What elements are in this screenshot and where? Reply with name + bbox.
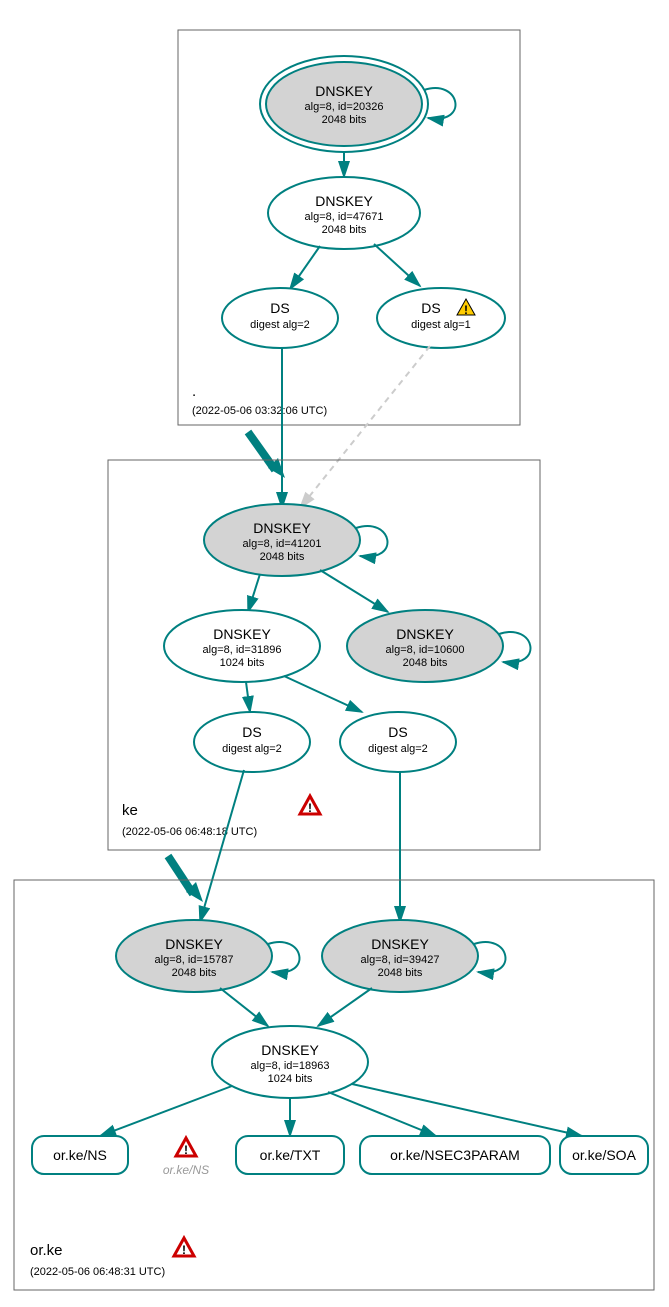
ke-ds1-sub: digest alg=2 bbox=[222, 743, 282, 755]
orke-dnskey-ksk2: DNSKEY alg=8, id=39427 2048 bits bbox=[322, 920, 505, 992]
zone-root-name: . bbox=[192, 383, 196, 400]
orke-dnskey-ksk2-title: DNSKEY bbox=[371, 936, 429, 952]
orke-rr-nsec3-label: or.ke/NSEC3PARAM bbox=[390, 1147, 520, 1163]
zone-ke: ke (2022-05-06 06:48:18 UTC) DNSKEY alg=… bbox=[108, 460, 540, 850]
zone-orke: or.ke (2022-05-06 06:48:31 UTC) DNSKEY a… bbox=[14, 880, 654, 1290]
zone-root: . (2022-05-06 03:32:06 UTC) DNSKEY alg=8… bbox=[178, 30, 520, 425]
orke-rr-soa: or.ke/SOA bbox=[560, 1136, 648, 1174]
orke-rr-txt: or.ke/TXT bbox=[236, 1136, 344, 1174]
root-dnskey-ksk-sub1: alg=8, id=20326 bbox=[305, 101, 384, 113]
orke-rr-txt-label: or.ke/TXT bbox=[260, 1147, 321, 1163]
orke-rr-ns: or.ke/NS bbox=[32, 1136, 128, 1174]
warn-red-icon bbox=[174, 1238, 194, 1257]
orke-dnskey-zsk: DNSKEY alg=8, id=18963 1024 bits bbox=[212, 1026, 368, 1098]
ke-dnskey-zsk-title: DNSKEY bbox=[213, 626, 271, 642]
warn-red-icon bbox=[176, 1138, 196, 1157]
ke-ds1-title: DS bbox=[242, 724, 261, 740]
orke-rr-ns-ghost: or.ke/NS bbox=[163, 1138, 209, 1177]
ke-dnskey-extra-sub2: 2048 bits bbox=[403, 657, 448, 669]
orke-dnskey-zsk-title: DNSKEY bbox=[261, 1042, 319, 1058]
ke-dnskey-extra-title: DNSKEY bbox=[396, 626, 454, 642]
delegation-arrow-ke-orke bbox=[168, 856, 193, 894]
ke-dnskey-ksk-sub2: 2048 bits bbox=[260, 551, 305, 563]
orke-rr-ns-label: or.ke/NS bbox=[53, 1147, 107, 1163]
ke-ds2: DS digest alg=2 bbox=[340, 712, 456, 772]
orke-dnskey-ksk2-sub1: alg=8, id=39427 bbox=[361, 954, 440, 966]
root-ds1-sub: digest alg=2 bbox=[250, 319, 310, 331]
zone-ke-ts: (2022-05-06 06:48:18 UTC) bbox=[122, 826, 257, 838]
edge-root-ds2-to-ke-ksk-dashed bbox=[300, 346, 430, 508]
zone-root-ts: (2022-05-06 03:32:06 UTC) bbox=[192, 405, 327, 417]
edge-ke-ds1-to-orke-ksk1 bbox=[200, 770, 244, 922]
root-ds2-sub: digest alg=1 bbox=[411, 319, 471, 331]
orke-rr-soa-label: or.ke/SOA bbox=[572, 1147, 636, 1163]
ke-dnskey-extra-sub1: alg=8, id=10600 bbox=[386, 644, 465, 656]
ke-ds1: DS digest alg=2 bbox=[194, 712, 310, 772]
root-dnskey-ksk-sub2: 2048 bits bbox=[322, 114, 367, 126]
ke-dnskey-zsk-sub2: 1024 bits bbox=[220, 657, 265, 669]
root-ds1: DS digest alg=2 bbox=[222, 288, 338, 348]
ke-dnskey-ksk-title: DNSKEY bbox=[253, 520, 311, 536]
delegation-arrow-root-ke bbox=[248, 432, 275, 470]
ke-dnskey-ksk: DNSKEY alg=8, id=41201 2048 bits bbox=[204, 504, 387, 576]
orke-dnskey-ksk1-sub2: 2048 bits bbox=[172, 967, 217, 979]
ke-ds2-title: DS bbox=[388, 724, 407, 740]
orke-dnskey-ksk1: DNSKEY alg=8, id=15787 2048 bits bbox=[116, 920, 299, 992]
root-ds2-title: DS bbox=[421, 300, 440, 316]
warn-red-icon bbox=[300, 796, 320, 815]
orke-rr-nsec3param: or.ke/NSEC3PARAM bbox=[360, 1136, 550, 1174]
orke-dnskey-zsk-sub1: alg=8, id=18963 bbox=[251, 1060, 330, 1072]
zone-ke-name: ke bbox=[122, 802, 138, 819]
orke-dnskey-zsk-sub2: 1024 bits bbox=[268, 1073, 313, 1085]
root-ds1-title: DS bbox=[270, 300, 289, 316]
zone-orke-name: or.ke bbox=[30, 1242, 63, 1259]
ke-dnskey-zsk: DNSKEY alg=8, id=31896 1024 bits bbox=[164, 610, 320, 682]
ke-dnskey-zsk-sub1: alg=8, id=31896 bbox=[203, 644, 282, 656]
root-dnskey-ksk-title: DNSKEY bbox=[315, 83, 373, 99]
zone-orke-ts: (2022-05-06 06:48:31 UTC) bbox=[30, 1266, 165, 1278]
orke-rr-ns-ghost-label: or.ke/NS bbox=[163, 1163, 209, 1177]
root-dnskey-ksk: DNSKEY alg=8, id=20326 2048 bits bbox=[260, 56, 455, 152]
root-ds2: DS digest alg=1 bbox=[377, 288, 505, 348]
root-dnskey-zsk: DNSKEY alg=8, id=47671 2048 bits bbox=[268, 177, 420, 249]
orke-dnskey-ksk1-sub1: alg=8, id=15787 bbox=[155, 954, 234, 966]
ke-dnskey-extra: DNSKEY alg=8, id=10600 2048 bits bbox=[347, 610, 530, 682]
root-dnskey-zsk-sub2: 2048 bits bbox=[322, 224, 367, 236]
orke-dnskey-ksk1-title: DNSKEY bbox=[165, 936, 223, 952]
root-dnskey-zsk-sub1: alg=8, id=47671 bbox=[305, 211, 384, 223]
orke-dnskey-ksk2-sub2: 2048 bits bbox=[378, 967, 423, 979]
ke-ds2-sub: digest alg=2 bbox=[368, 743, 428, 755]
ke-dnskey-ksk-sub1: alg=8, id=41201 bbox=[243, 538, 322, 550]
root-dnskey-zsk-title: DNSKEY bbox=[315, 193, 373, 209]
